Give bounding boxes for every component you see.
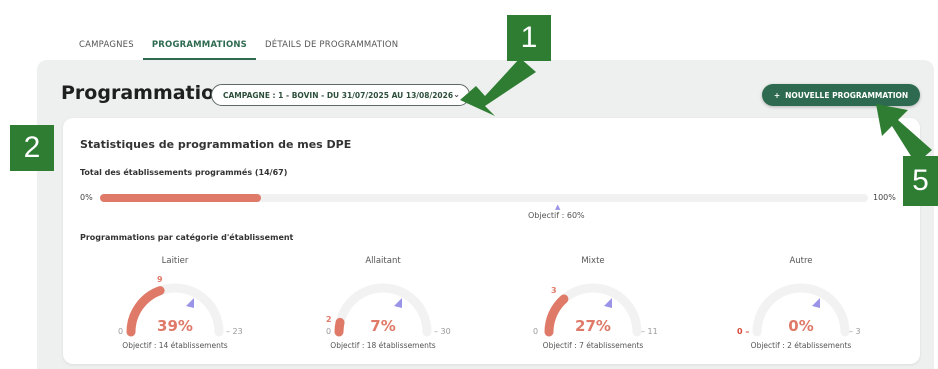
tab-details-programmation[interactable]: DÉTAILS DE PROGRAMMATION <box>256 30 407 60</box>
campaign-select[interactable]: CAMPAGNE : 1 - BOVIN - DU 31/07/2025 AU … <box>211 84 470 106</box>
plus-icon: + <box>773 90 781 100</box>
stats-title: Statistiques de programmation de mes DPE <box>80 138 352 151</box>
total-label: Total des établissements programmés (14/… <box>80 168 288 177</box>
chevron-down-icon: ⌄ <box>453 90 460 99</box>
gauge-percent: 27% <box>575 317 611 335</box>
gauge-objective: Objectif : 18 établissements <box>330 341 436 350</box>
total-progress-fill <box>100 194 262 202</box>
tab-bar: CAMPAGNES PROGRAMMATIONS DÉTAILS DE PROG… <box>70 30 407 60</box>
gauge-percent: 0% <box>788 317 814 335</box>
progress-min-label: 0% <box>80 193 93 202</box>
objective-marker-icon: ▲ <box>555 203 561 211</box>
gauge-mixte: Mixte 3 0 – 11 27% Objectif : 7 établiss… <box>503 256 683 356</box>
gauge-objective: Objectif : 7 établissements <box>542 341 644 350</box>
gauge-value: 9 <box>157 275 163 284</box>
new-programmation-label: NOUVELLE PROGRAMMATION <box>785 90 909 100</box>
campaign-select-value: CAMPAGNE : 1 - BOVIN - DU 31/07/2025 AU … <box>223 90 454 100</box>
category-label: Programmations par catégorie d'établisse… <box>80 233 294 242</box>
gauge-objective-marker <box>186 298 194 308</box>
gauge-objective-marker <box>812 298 820 308</box>
tab-campagnes[interactable]: CAMPAGNES <box>70 30 143 60</box>
gauge-percent: 7% <box>370 317 396 335</box>
gauge-allaitant: Allaitant 2 0 – 30 7% Objectif : 18 étab… <box>293 256 473 356</box>
gauge-laitier: Laitier 9 0 – 23 39% Objectif : 14 établ… <box>85 256 265 356</box>
gauge-autre: Autre 0 – – 3 0% Objectif : 2 établissem… <box>711 256 891 356</box>
tab-programmations[interactable]: PROGRAMMATIONS <box>142 30 257 60</box>
gauge-value: 3 <box>551 286 557 295</box>
callout-5: 5 <box>903 156 938 206</box>
gauge-objective-marker <box>604 298 612 308</box>
progress-max-label: 100% <box>873 193 896 202</box>
gauge-objective-marker <box>394 298 402 308</box>
new-programmation-button[interactable]: + NOUVELLE PROGRAMMATION <box>762 84 920 106</box>
objective-label: Objectif : 60% <box>528 211 585 220</box>
gauge-objective: Objectif : 14 établissements <box>122 341 228 350</box>
callout-1: 1 <box>507 15 551 61</box>
gauge-percent: 39% <box>157 317 193 335</box>
gauge-objective: Objectif : 2 établissements <box>750 341 852 350</box>
callout-2: 2 <box>10 125 54 171</box>
total-progress-bar <box>100 194 868 202</box>
